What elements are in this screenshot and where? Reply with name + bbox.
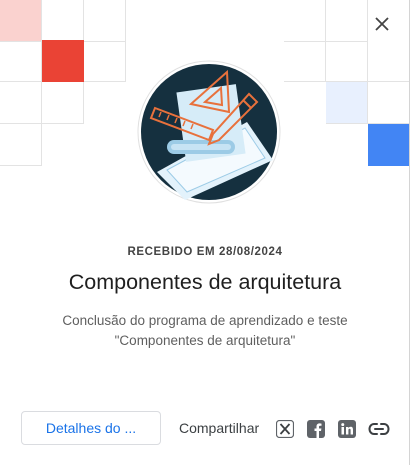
grid-tile xyxy=(284,0,326,42)
achievement-dialog: RECEBIDO EM 28/08/2024 Componentes de ar… xyxy=(0,0,410,465)
grid-tile xyxy=(326,0,368,42)
x-icon xyxy=(276,420,294,438)
share-label: Compartilhar xyxy=(179,420,260,436)
grid-tile-blue xyxy=(368,124,410,166)
achievement-description: Conclusão do programa de aprendizado e t… xyxy=(40,311,370,351)
achievement-title: Componentes de arquitetura xyxy=(68,270,342,294)
copy-link-button[interactable] xyxy=(367,418,391,440)
grid-tile-light-blue xyxy=(326,82,368,124)
share-linkedin-button[interactable] xyxy=(336,418,358,440)
details-button[interactable]: Detalhes do ... xyxy=(21,411,161,445)
grid-tile xyxy=(0,82,42,124)
link-icon xyxy=(368,423,390,435)
linkedin-icon xyxy=(338,420,356,438)
received-date-label: RECEBIDO EM 28/08/2024 xyxy=(127,246,283,258)
grid-tile-red xyxy=(42,40,84,82)
grid-tile xyxy=(368,82,410,124)
description-line: "Componentes de arquitetura" xyxy=(114,333,296,348)
share-x-button[interactable] xyxy=(274,418,296,440)
grid-tile xyxy=(368,40,410,82)
grid-tile xyxy=(0,124,42,166)
grid-tile xyxy=(326,40,368,82)
achievement-badge-icon xyxy=(137,60,281,204)
grid-tile xyxy=(84,40,126,82)
grid-tile xyxy=(84,0,126,42)
description-line: Conclusão do programa de aprendizado e t… xyxy=(62,313,348,328)
close-icon xyxy=(375,17,389,31)
facebook-icon xyxy=(307,420,325,438)
share-facebook-button[interactable] xyxy=(305,418,327,440)
grid-tile-pink xyxy=(0,0,42,42)
grid-tile xyxy=(284,40,326,82)
grid-tile xyxy=(42,82,84,124)
close-button[interactable] xyxy=(368,10,396,38)
grid-tile xyxy=(0,40,42,82)
grid-tile xyxy=(42,0,84,42)
